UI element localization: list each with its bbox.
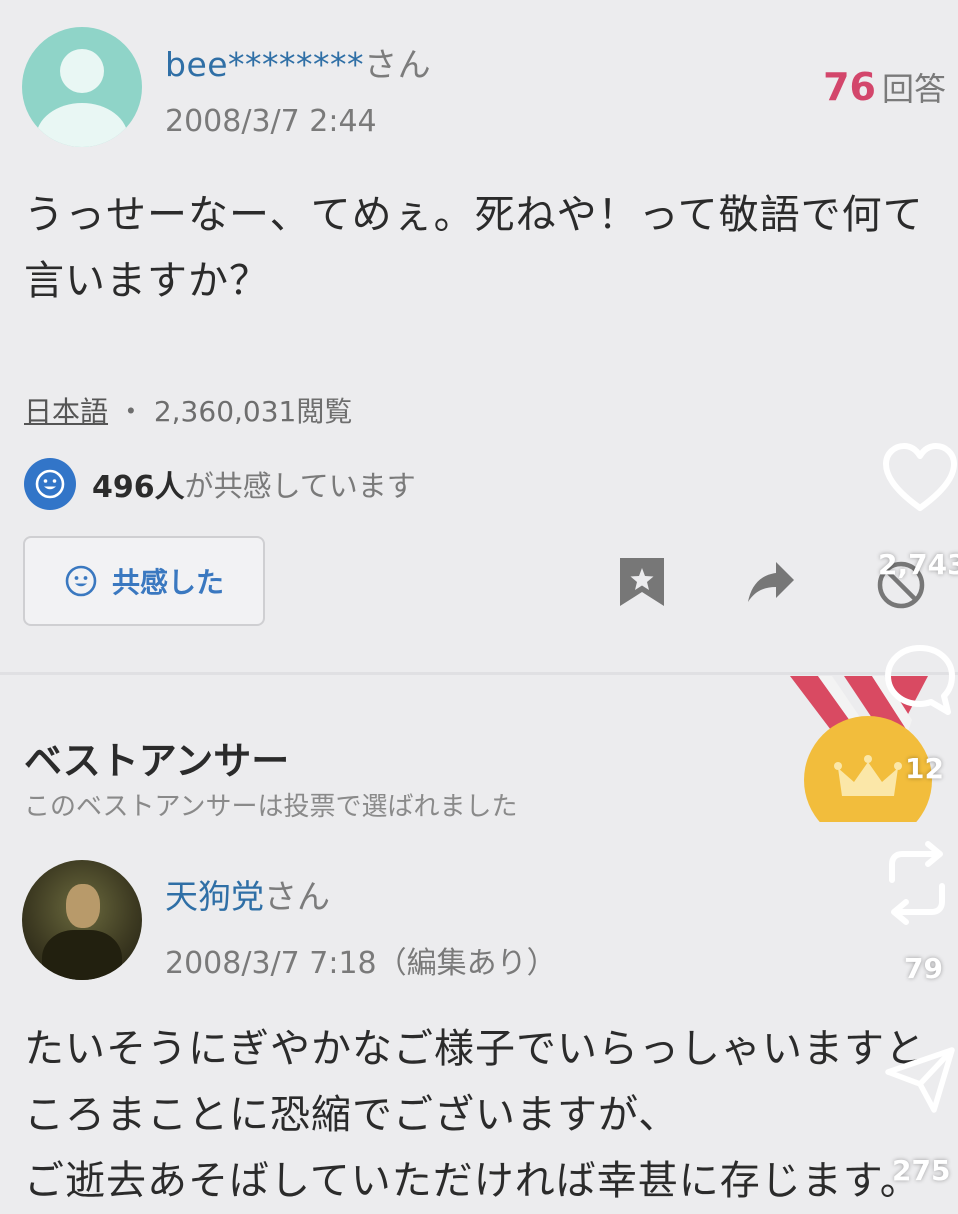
empathy-count: 496人 xyxy=(92,470,185,505)
answerer-avatar[interactable] xyxy=(22,860,142,980)
smile-icon xyxy=(65,565,97,597)
chat-bubble-icon[interactable] xyxy=(882,642,958,722)
question-text: うっせーなー、てめぇ。死ねや！って敬語で何て 言いますか？ xyxy=(24,192,924,304)
view-count: 2,360,031閲覧 xyxy=(153,395,353,428)
questioner-name[interactable]: bee********さん xyxy=(165,38,431,86)
share-count: 275 xyxy=(892,1154,951,1187)
repost-icon[interactable] xyxy=(882,838,952,932)
repost-count: 79 xyxy=(904,952,943,985)
category-link[interactable]: 日本語 xyxy=(24,395,108,428)
answer-date: 2008/3/7 7:18（編集あり） xyxy=(165,946,557,981)
best-answer-title: ベストアンサー xyxy=(24,739,290,783)
heart-icon[interactable] xyxy=(882,442,958,518)
share-arrow-icon[interactable] xyxy=(746,560,796,610)
empathy-button[interactable]: 共感した xyxy=(23,536,265,626)
best-answer-text: たいそうにぎやかなご様子でいらっしゃいますと ころまことに恐縮でございますが、 … xyxy=(24,1026,926,1204)
question-date: 2008/3/7 2:44 xyxy=(165,104,377,139)
question-meta: 日本語 ・ 2,360,031閲覧 xyxy=(24,395,353,428)
answerer-name[interactable]: 天狗党さん xyxy=(165,870,330,918)
comment-count: 12 xyxy=(905,752,944,785)
like-count: 2,743 xyxy=(878,548,958,581)
empathy-summary: 496人 が共感しています xyxy=(24,458,416,510)
best-answer-subtitle: このベストアンサーは投票で選ばれました xyxy=(24,792,518,822)
smile-icon xyxy=(24,458,76,510)
answer-count[interactable]: 76 回答 xyxy=(823,64,946,110)
bookmark-star-icon[interactable] xyxy=(618,556,666,612)
send-icon[interactable] xyxy=(884,1044,958,1120)
default-user-icon xyxy=(60,49,104,93)
questioner-avatar[interactable] xyxy=(22,27,142,147)
